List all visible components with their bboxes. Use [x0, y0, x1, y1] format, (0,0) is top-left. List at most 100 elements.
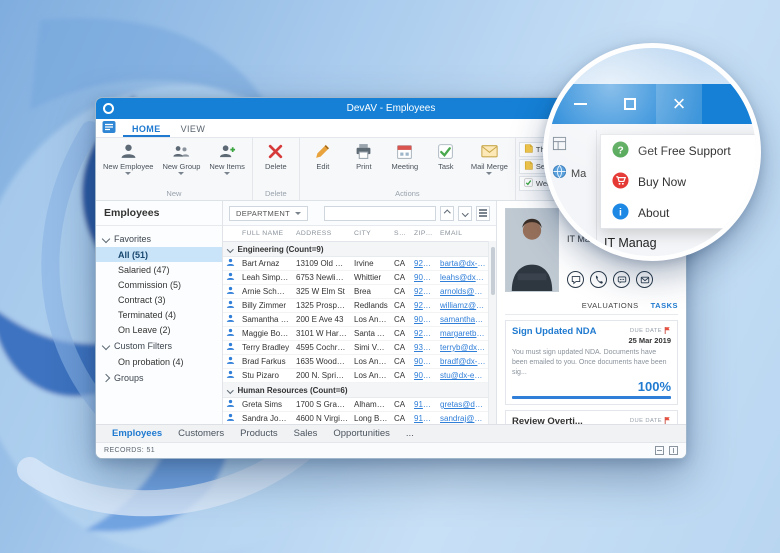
employee-email-link[interactable]: barta@dx-email.com: [437, 259, 489, 268]
print-button[interactable]: Print: [344, 140, 384, 188]
employee-row[interactable]: Samantha Piper200 E Ave 43Los AngelesCA9…: [223, 313, 489, 327]
employee-email-link[interactable]: gretas@dx-email.co...: [437, 400, 489, 409]
module-tab-products[interactable]: Products: [232, 428, 286, 439]
task-card[interactable]: Sign Updated NDA DUE DATE 25 Mar 2019 Yo…: [505, 320, 678, 405]
search-next-button[interactable]: [458, 206, 472, 221]
column-header-zip-c[interactable]: ZIP C...: [411, 230, 437, 237]
employee-address: 4600 N Virginia...: [293, 414, 351, 423]
employee-row[interactable]: Stu Pizaro200 N. Spring StLos AngelesCA9…: [223, 369, 489, 383]
tree-section-custom-filters[interactable]: Custom Filters: [96, 337, 222, 354]
employee-email-link[interactable]: bradf@dx-email.co...: [437, 357, 489, 366]
new-group-button[interactable]: New Group: [158, 140, 204, 188]
employee-row[interactable]: Leah Simpson6753 Newlin AveWhittierCA906…: [223, 271, 489, 285]
sidebar-item-on-leave-2[interactable]: On Leave (2): [96, 322, 222, 337]
tab-tasks[interactable]: TASKS: [651, 301, 678, 310]
employee-email-link[interactable]: margaretb@dx-em...: [437, 329, 489, 338]
scrollbar-thumb[interactable]: [491, 247, 495, 295]
employee-email-link[interactable]: arnolds@dx-e...: [437, 287, 489, 296]
sidebar-item-all-51[interactable]: All (51): [96, 247, 222, 262]
group-label: Engineering (Count=9): [238, 245, 324, 254]
tab-view[interactable]: VIEW: [172, 122, 215, 137]
sidebar-item-contract-3[interactable]: Contract (3): [96, 292, 222, 307]
employee-zip-link[interactable]: 93063: [411, 343, 437, 352]
module-tab-employees[interactable]: Employees: [104, 428, 170, 439]
employee-row[interactable]: Billy Zimmer1325 Prospect DrRedlandsCA92…: [223, 299, 489, 313]
employee-zip-link[interactable]: 90012: [411, 357, 437, 366]
minimize-button[interactable]: [560, 84, 600, 124]
column-header-email[interactable]: EMAIL: [437, 230, 489, 237]
records-count: RECORDS: 51: [104, 447, 155, 454]
layout-grid-icon[interactable]: [669, 446, 678, 455]
menu-item-about[interactable]: iAbout: [601, 197, 761, 228]
employee-city: Irvine: [351, 259, 391, 268]
employee-zip-link[interactable]: 92602: [411, 259, 437, 268]
task-button[interactable]: Task: [426, 140, 466, 188]
sidebar-item-salaried-47[interactable]: Salaried (47): [96, 262, 222, 277]
employee-zip-link[interactable]: 90012: [411, 371, 437, 380]
employee-zip-link[interactable]: 92704: [411, 329, 437, 338]
column-header-city[interactable]: CITY: [351, 230, 391, 237]
tab-evaluations[interactable]: EVALUATIONS: [582, 301, 639, 310]
new-items-button[interactable]: New Items: [205, 140, 248, 188]
app-menu-button[interactable]: [102, 122, 118, 137]
sidebar-item-on-probation-4[interactable]: On probation (4): [96, 354, 222, 369]
sidebar-item-terminated-4[interactable]: Terminated (4): [96, 307, 222, 322]
employee-row[interactable]: Arnie Schwartz325 W Elm StBreaCA92821arn…: [223, 285, 489, 299]
employee-zip-link[interactable]: 92821: [411, 287, 437, 296]
employee-row[interactable]: Maggie Boxter3101 W Harvar...Santa AnaCA…: [223, 327, 489, 341]
employee-row[interactable]: Terry Bradley4595 Cochran StSimi ValleyC…: [223, 341, 489, 355]
employee-address: 200 E Ave 43: [293, 315, 351, 324]
employee-zip-link[interactable]: 92373: [411, 301, 437, 310]
edit-button[interactable]: Edit: [303, 140, 343, 188]
module-tab-opportunities[interactable]: Opportunities: [325, 428, 398, 439]
column-header-state[interactable]: STATE: [391, 230, 411, 237]
maximize-button[interactable]: [608, 84, 652, 124]
tree-section-favorites[interactable]: Favorites: [96, 230, 222, 247]
sidebar-item-commission-5[interactable]: Commission (5): [96, 277, 222, 292]
chat-icon[interactable]: [567, 271, 584, 288]
svg-text:i: i: [619, 207, 622, 218]
tree-section-groups[interactable]: Groups: [96, 369, 222, 386]
employee-row[interactable]: Brad Farkus1635 Woods Dr...Los AngelesCA…: [223, 355, 489, 369]
module-tab-customers[interactable]: Customers: [170, 428, 232, 439]
menu-item-buy-now[interactable]: Buy Now: [601, 166, 761, 197]
employee-email-link[interactable]: williamz@dx-email...: [437, 301, 489, 310]
layout-cards-icon[interactable]: [655, 446, 664, 455]
search-input[interactable]: [324, 206, 436, 221]
employee-zip-link[interactable]: 91803: [411, 400, 437, 409]
employee-zip-link[interactable]: 91754: [411, 414, 437, 423]
employee-row[interactable]: Bart Arnaz13109 Old Myf...IrvineCA92602b…: [223, 257, 489, 271]
mail-outline-icon[interactable]: [636, 271, 653, 288]
group-row-engineering-count-9[interactable]: Engineering (Count=9): [223, 242, 489, 257]
chevron-down-icon: [462, 210, 468, 216]
search-prev-button[interactable]: [440, 206, 454, 221]
employee-zip-link[interactable]: 90031: [411, 315, 437, 324]
phone-icon[interactable]: [590, 271, 607, 288]
employee-email-link[interactable]: leahs@dx-email.com: [437, 273, 489, 282]
menu-item-get-free-support[interactable]: ?Get Free Support: [601, 135, 761, 166]
department-filter-button[interactable]: DEPARTMENT: [229, 206, 308, 221]
delete-button[interactable]: Delete: [256, 140, 296, 188]
grid-scrollbar[interactable]: [488, 241, 496, 424]
column-header-full-name[interactable]: FULL NAME: [239, 230, 293, 237]
employee-email-link[interactable]: samanthap@dx-e...: [437, 315, 489, 324]
close-button[interactable]: [656, 84, 702, 124]
employee-email-link[interactable]: stu@dx-email.com: [437, 371, 489, 380]
mail-merge-button[interactable]: Mail Merge: [467, 140, 512, 188]
new-employee-button[interactable]: New Employee: [99, 140, 157, 188]
grid-menu-button[interactable]: [476, 206, 490, 221]
employee-row[interactable]: Sandra Johnson4600 N Virginia...Long Bea…: [223, 412, 489, 424]
tab-home[interactable]: HOME: [123, 122, 170, 137]
employee-email-link[interactable]: sandraj@dx-email...: [437, 414, 489, 423]
task-title[interactable]: Sign Updated NDA: [512, 326, 596, 337]
employee-row[interactable]: Greta Sims1700 S Grandvi...AlhambraCA918…: [223, 398, 489, 412]
sms-icon[interactable]: [613, 271, 630, 288]
task-description: You must sign updated NDA. Documents hav…: [512, 348, 671, 377]
employee-zip-link[interactable]: 90601: [411, 273, 437, 282]
meeting-button[interactable]: Meeting: [385, 140, 425, 188]
module-tab-item[interactable]: ...: [398, 428, 422, 439]
employee-email-link[interactable]: terryb@dx-email.c...: [437, 343, 489, 352]
group-row-human-resources-count-6[interactable]: Human Resources (Count=6): [223, 383, 489, 398]
column-header-address[interactable]: ADDRESS: [293, 230, 351, 237]
module-tab-sales[interactable]: Sales: [286, 428, 326, 439]
